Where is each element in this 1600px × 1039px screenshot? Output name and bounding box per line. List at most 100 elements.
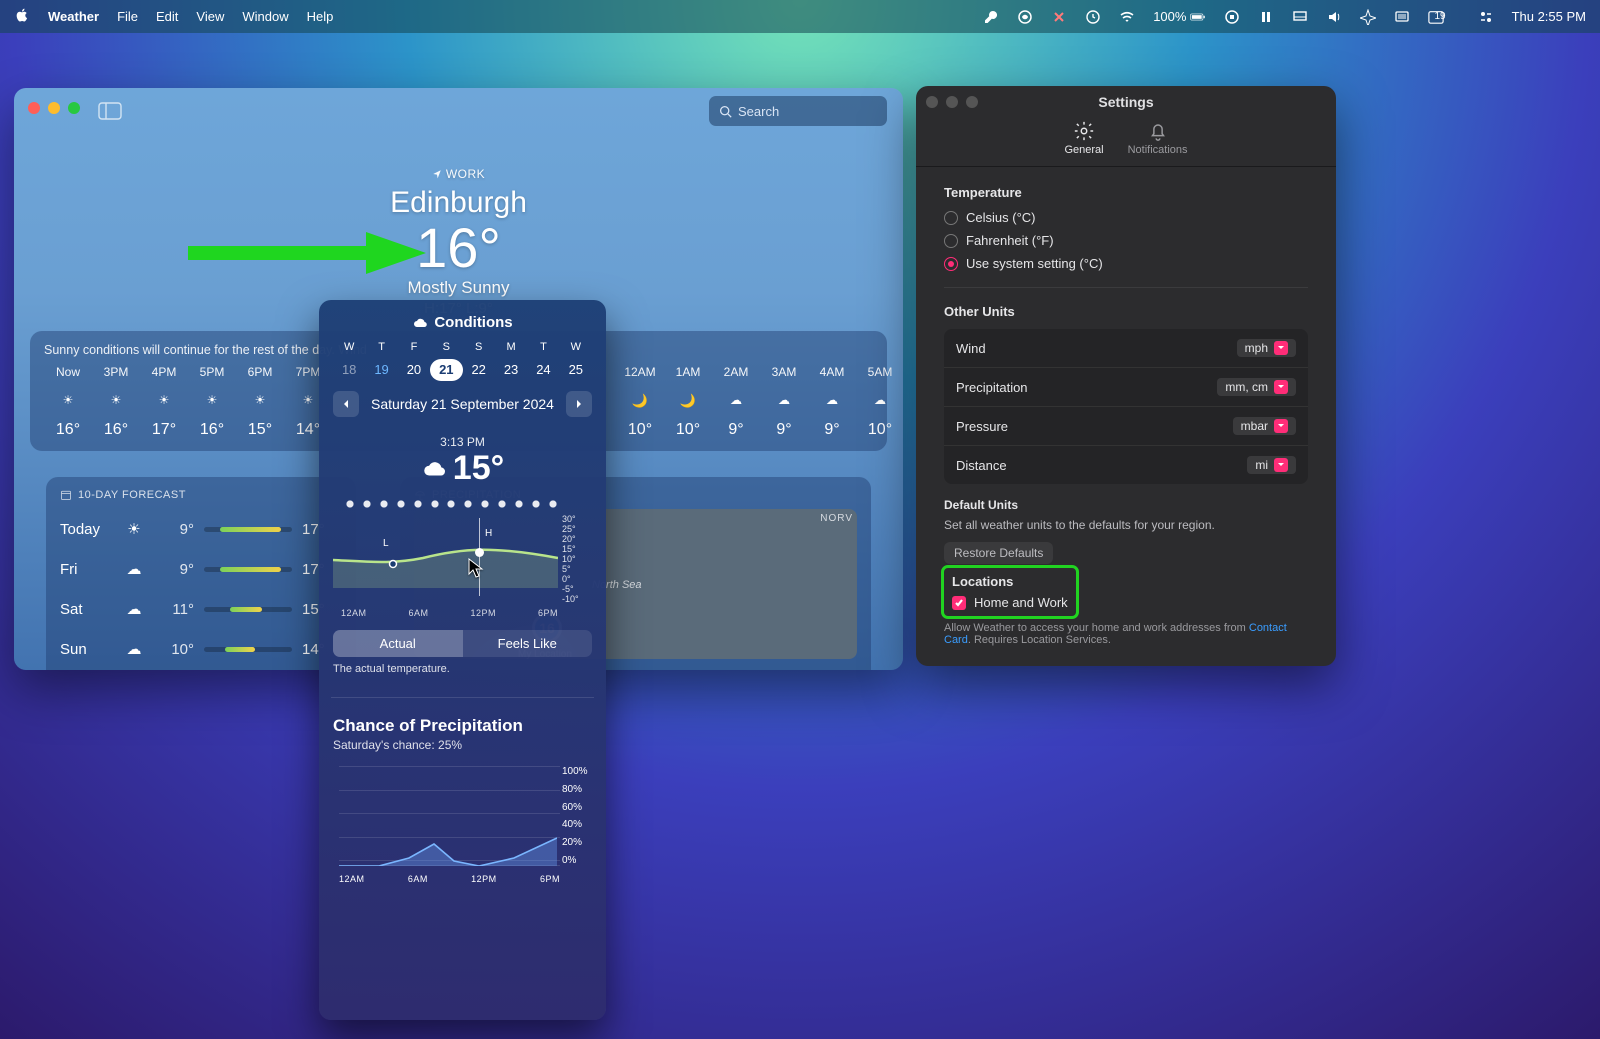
segment-feelslike[interactable]: Feels Like (463, 630, 593, 657)
sidebar-toggle-icon[interactable] (98, 102, 122, 120)
window-traffic-lights[interactable] (28, 102, 80, 114)
radio-label: Fahrenheit (°F) (966, 233, 1054, 248)
date-pill[interactable]: 20 (398, 359, 430, 381)
status-clock[interactable]: Thu 2:55 PM (1512, 9, 1586, 24)
date-pill[interactable]: 22 (463, 359, 495, 381)
search-icon (719, 105, 732, 118)
next-day-button[interactable] (566, 391, 592, 417)
current-temp: 16° (14, 220, 903, 276)
precip-heading: Chance of Precipitation (333, 716, 592, 736)
unit-select[interactable]: mi (1247, 456, 1296, 474)
hour-cell[interactable]: 1AM 10° (664, 365, 712, 439)
hour-label: Now (44, 365, 92, 379)
cloud-icon (421, 456, 447, 482)
status-controlcenter-icon[interactable] (1478, 9, 1494, 25)
tenday-row[interactable]: Sun ☁ 10° 14° (60, 629, 342, 669)
tenday-lo: 9° (150, 521, 194, 538)
hour-cell[interactable]: 6PM 15° (236, 365, 284, 439)
status-date[interactable]: 19 (1428, 9, 1459, 25)
date-pill[interactable]: 18 (333, 359, 365, 381)
unit-select[interactable]: mm, cm (1217, 378, 1296, 396)
prev-day-button[interactable] (333, 391, 359, 417)
hour-cell[interactable]: 5PM 16° (188, 365, 236, 439)
menu-edit[interactable]: Edit (156, 9, 178, 24)
settings-traffic-lights[interactable] (926, 96, 978, 108)
status-sync-icon[interactable] (1051, 9, 1067, 25)
radio-dot (944, 211, 958, 225)
hour-cell[interactable]: 2AM 9° (712, 365, 760, 439)
tenday-row[interactable]: Today ☀ 9° 17° (60, 509, 342, 549)
search-field[interactable]: Search (709, 96, 887, 126)
conditions-popover: Conditions WTFSSMTW 1819202122232425 Sat… (319, 300, 606, 1020)
actual-feels-segment[interactable]: Actual Feels Like (333, 630, 592, 657)
hour-cell[interactable]: 12AM 10° (616, 365, 664, 439)
hour-temp: 9° (712, 421, 760, 439)
date-pill[interactable]: 23 (495, 359, 527, 381)
weekday-label: W (333, 341, 365, 353)
hour-cell[interactable]: Now 16° (44, 365, 92, 439)
home-and-work-checkbox[interactable]: Home and Work (952, 595, 1068, 610)
status-wifi-icon[interactable] (1119, 9, 1135, 25)
tenday-day: Today (60, 521, 118, 538)
location-icon (432, 169, 442, 179)
status-timemachine-icon[interactable] (1085, 9, 1101, 25)
unit-select[interactable]: mph (1237, 339, 1296, 357)
app-name[interactable]: Weather (48, 9, 99, 24)
menu-window[interactable]: Window (242, 9, 288, 24)
status-location-icon[interactable] (1360, 9, 1376, 25)
tab-general[interactable]: General (1064, 120, 1103, 156)
tenday-row[interactable]: Fri ☁ 9° 17° (60, 549, 342, 589)
chevron-down-icon (1274, 341, 1288, 355)
menu-view[interactable]: View (196, 9, 224, 24)
status-key-icon[interactable] (983, 9, 999, 25)
hour-cell[interactable]: 4AM 9° (808, 365, 856, 439)
weather-icon: ☁ (118, 640, 150, 658)
hour-temp: 10° (664, 421, 712, 439)
weather-icon (808, 393, 856, 409)
hour-temp: 17° (140, 421, 188, 439)
temp-radio-1[interactable]: Fahrenheit (°F) (944, 233, 1308, 248)
hour-cell[interactable]: 5AM 10° (856, 365, 903, 439)
date-pill[interactable]: 21 (430, 359, 462, 381)
hour-cell[interactable]: 3PM 16° (92, 365, 140, 439)
status-screen-icon[interactable] (1292, 9, 1308, 25)
date-pill[interactable]: 25 (560, 359, 592, 381)
temp-radio-2[interactable]: Use system setting (°C) (944, 256, 1308, 271)
tenday-row[interactable]: Sat ☁ 11° 15° (60, 589, 342, 629)
checkbox-icon (952, 596, 966, 610)
unit-label: Precipitation (956, 380, 1028, 395)
tab-notifications[interactable]: Notifications (1128, 120, 1188, 156)
hour-cell[interactable]: 4PM 17° (140, 365, 188, 439)
weather-icon (44, 393, 92, 409)
hour-temp: 16° (188, 421, 236, 439)
apple-icon[interactable] (14, 7, 30, 26)
settings-title: Settings (916, 86, 1336, 110)
status-app2-icon[interactable] (1224, 9, 1240, 25)
tenday-bar (204, 567, 292, 572)
hour-label: 5PM (188, 365, 236, 379)
tenday-lo: 9° (150, 561, 194, 578)
temp-graph[interactable]: L H 30°25°20°15°10°5°0°-5°-10° 12AM6AM12… (333, 500, 592, 618)
hour-cell[interactable]: 3AM 9° (760, 365, 808, 439)
hour-temp: 15° (236, 421, 284, 439)
precip-graph[interactable]: 100%80%60%40%20%0% 12AM6AM12PM6PM (333, 766, 592, 884)
temp-radio-0[interactable]: Celsius (°C) (944, 210, 1308, 225)
weekday-label: S (463, 341, 495, 353)
unit-select[interactable]: mbar (1233, 417, 1296, 435)
menu-file[interactable]: File (117, 9, 138, 24)
status-battery[interactable]: 100% (1153, 9, 1206, 25)
weather-icon: ☁ (118, 560, 150, 578)
weather-icon (236, 393, 284, 409)
status-volume-icon[interactable] (1326, 9, 1342, 25)
mouse-cursor (468, 558, 484, 578)
restore-defaults-button[interactable]: Restore Defaults (944, 542, 1053, 564)
status-app-icon[interactable] (1017, 9, 1033, 25)
segment-actual[interactable]: Actual (333, 630, 463, 657)
menu-help[interactable]: Help (307, 9, 334, 24)
weather-icon: ☁ (118, 600, 150, 618)
weather-icon (760, 393, 808, 409)
status-screenmirror-icon[interactable] (1394, 9, 1410, 25)
status-pause-icon[interactable] (1258, 9, 1274, 25)
date-pill[interactable]: 24 (527, 359, 559, 381)
date-pill[interactable]: 19 (365, 359, 397, 381)
